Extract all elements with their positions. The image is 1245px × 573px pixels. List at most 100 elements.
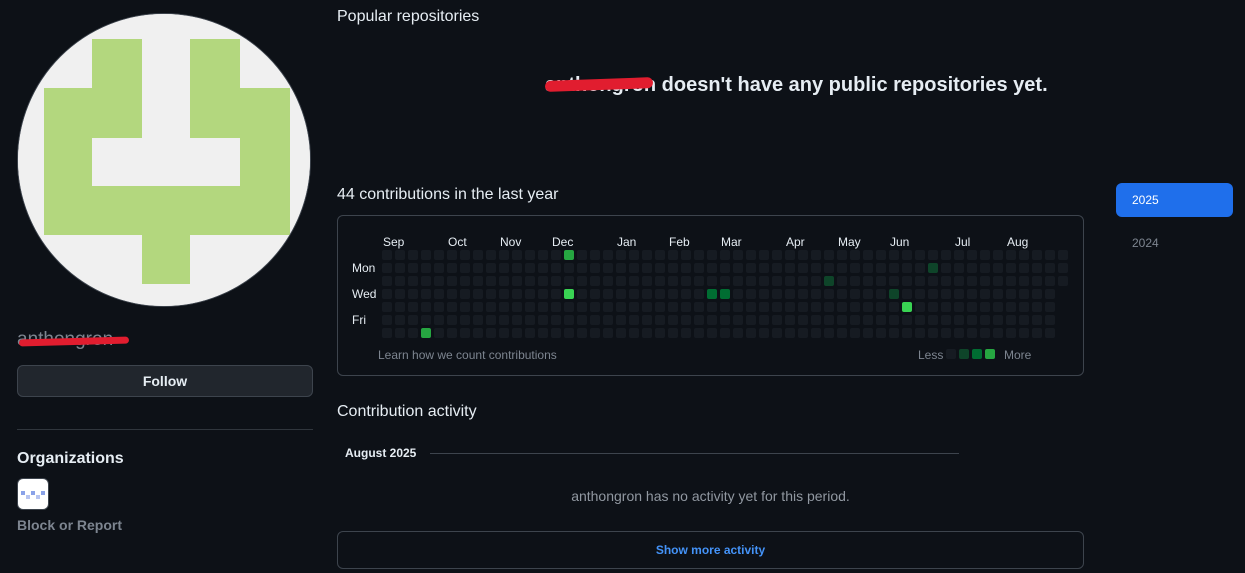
contribution-cell[interactable]	[655, 250, 665, 260]
contribution-cell[interactable]	[1019, 263, 1029, 273]
contribution-cell[interactable]	[980, 250, 990, 260]
contribution-cell[interactable]	[902, 302, 912, 312]
contribution-cell[interactable]	[382, 276, 392, 286]
follow-button[interactable]: Follow	[17, 365, 313, 397]
block-or-report-link[interactable]: Block or Report	[17, 517, 122, 533]
contribution-cell[interactable]	[1045, 263, 1055, 273]
contribution-cell[interactable]	[720, 289, 730, 299]
contribution-cell[interactable]	[512, 250, 522, 260]
contribution-cell[interactable]	[876, 250, 886, 260]
contribution-cell[interactable]	[525, 289, 535, 299]
contribution-cell[interactable]	[720, 276, 730, 286]
contribution-cell[interactable]	[954, 328, 964, 338]
contribution-cell[interactable]	[1058, 250, 1068, 260]
contribution-cell[interactable]	[967, 328, 977, 338]
contribution-cell[interactable]	[538, 263, 548, 273]
contribution-cell[interactable]	[694, 276, 704, 286]
contribution-cell[interactable]	[902, 276, 912, 286]
contribution-cell[interactable]	[889, 250, 899, 260]
contribution-cell[interactable]	[564, 263, 574, 273]
contribution-cell[interactable]	[486, 328, 496, 338]
contribution-cell[interactable]	[655, 315, 665, 325]
contribution-cell[interactable]	[499, 315, 509, 325]
contribution-cell[interactable]	[668, 263, 678, 273]
contribution-cell[interactable]	[525, 263, 535, 273]
contribution-cell[interactable]	[408, 263, 418, 273]
contribution-cell[interactable]	[746, 289, 756, 299]
contribution-cell[interactable]	[421, 302, 431, 312]
contribution-cell[interactable]	[642, 302, 652, 312]
contribution-cell[interactable]	[577, 250, 587, 260]
contribution-cell[interactable]	[1019, 276, 1029, 286]
contribution-cell[interactable]	[980, 302, 990, 312]
contribution-cell[interactable]	[772, 289, 782, 299]
contribution-cell[interactable]	[876, 289, 886, 299]
contribution-cell[interactable]	[499, 289, 509, 299]
contribution-cell[interactable]	[850, 250, 860, 260]
contribution-cell[interactable]	[902, 315, 912, 325]
contribution-cell[interactable]	[473, 328, 483, 338]
contribution-cell[interactable]	[668, 328, 678, 338]
contribution-cell[interactable]	[941, 302, 951, 312]
contribution-cell[interactable]	[850, 276, 860, 286]
contribution-cell[interactable]	[616, 276, 626, 286]
contribution-cell[interactable]	[551, 315, 561, 325]
contribution-cell[interactable]	[811, 302, 821, 312]
contribution-cell[interactable]	[655, 263, 665, 273]
contribution-cell[interactable]	[616, 289, 626, 299]
year-button-2024[interactable]: 2024	[1132, 236, 1159, 250]
contribution-cell[interactable]	[512, 289, 522, 299]
contribution-cell[interactable]	[486, 276, 496, 286]
contribution-cell[interactable]	[486, 250, 496, 260]
contribution-cell[interactable]	[460, 263, 470, 273]
contribution-cell[interactable]	[759, 276, 769, 286]
contribution-cell[interactable]	[590, 289, 600, 299]
contribution-cell[interactable]	[759, 302, 769, 312]
contribution-cell[interactable]	[395, 263, 405, 273]
contribution-cell[interactable]	[954, 250, 964, 260]
contribution-cell[interactable]	[928, 276, 938, 286]
contribution-cell[interactable]	[720, 302, 730, 312]
contribution-cell[interactable]	[850, 289, 860, 299]
contribution-cell[interactable]	[954, 276, 964, 286]
contribution-cell[interactable]	[603, 263, 613, 273]
contribution-cell[interactable]	[525, 315, 535, 325]
contribution-cell[interactable]	[811, 289, 821, 299]
contribution-cell[interactable]	[707, 315, 717, 325]
contribution-cell[interactable]	[811, 250, 821, 260]
contribution-cell[interactable]	[460, 276, 470, 286]
contribution-cell[interactable]	[382, 328, 392, 338]
contribution-cell[interactable]	[915, 328, 925, 338]
contribution-cell[interactable]	[1045, 302, 1055, 312]
contribution-cell[interactable]	[733, 276, 743, 286]
contribution-cell[interactable]	[1045, 315, 1055, 325]
contribution-cell[interactable]	[902, 328, 912, 338]
contribution-cell[interactable]	[993, 263, 1003, 273]
contribution-cell[interactable]	[941, 315, 951, 325]
contribution-cell[interactable]	[798, 315, 808, 325]
contribution-cell[interactable]	[447, 289, 457, 299]
contribution-cell[interactable]	[733, 250, 743, 260]
contribution-cell[interactable]	[928, 289, 938, 299]
contribution-cell[interactable]	[967, 289, 977, 299]
contribution-cell[interactable]	[707, 263, 717, 273]
contribution-cell[interactable]	[876, 276, 886, 286]
contribution-cell[interactable]	[811, 315, 821, 325]
contribution-cell[interactable]	[473, 250, 483, 260]
contribution-cell[interactable]	[967, 302, 977, 312]
contribution-cell[interactable]	[967, 315, 977, 325]
contribution-cell[interactable]	[538, 315, 548, 325]
contribution-cell[interactable]	[408, 289, 418, 299]
contribution-cell[interactable]	[473, 263, 483, 273]
contribution-cell[interactable]	[395, 315, 405, 325]
contribution-cell[interactable]	[434, 263, 444, 273]
contribution-cell[interactable]	[538, 250, 548, 260]
contribution-cell[interactable]	[980, 315, 990, 325]
contribution-cell[interactable]	[577, 315, 587, 325]
contribution-cell[interactable]	[499, 302, 509, 312]
contribution-cell[interactable]	[421, 276, 431, 286]
contribution-cell[interactable]	[863, 289, 873, 299]
contribution-cell[interactable]	[681, 263, 691, 273]
contribution-cell[interactable]	[993, 276, 1003, 286]
contribution-cell[interactable]	[434, 315, 444, 325]
